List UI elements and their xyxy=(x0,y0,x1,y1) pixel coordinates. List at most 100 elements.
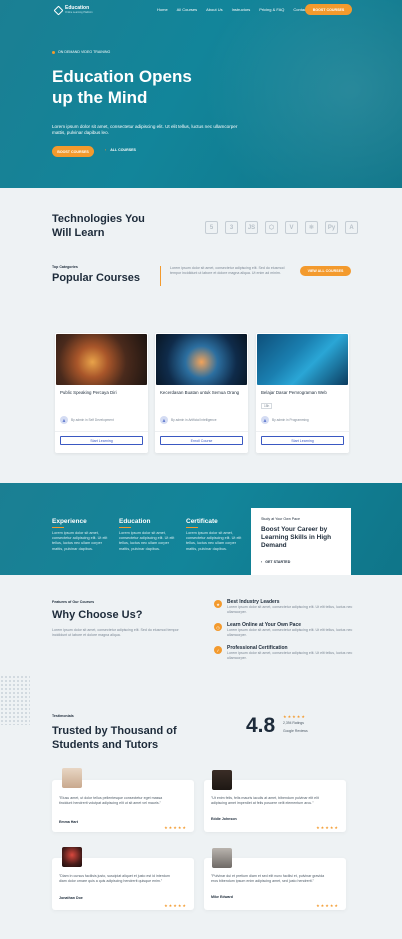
avatar xyxy=(212,848,232,868)
feature-title: Education xyxy=(119,518,151,525)
testimonial-text: "Pulvinar dui et pretium diam et sed eli… xyxy=(211,874,325,883)
avatar xyxy=(212,770,232,790)
javascript-icon: JS xyxy=(245,221,258,234)
why-label: Features of Our Courses xyxy=(52,600,95,604)
card-divider xyxy=(155,431,248,432)
why-item-text: Lorem ipsum dolor sit amet, consectetur … xyxy=(227,651,353,660)
angular-icon: A xyxy=(345,221,358,234)
feature-certificate: Certificate Lorem ipsum dolor sit amet, … xyxy=(186,518,246,552)
start-learning-button[interactable]: Start Learning xyxy=(60,436,143,445)
popular-title: Popular Courses xyxy=(52,272,141,284)
card-divider xyxy=(256,431,349,432)
testimonial-card: "Eiusu amet, ut dolor tellus pellentesqu… xyxy=(52,768,194,832)
feature-title: Certificate xyxy=(186,518,218,525)
popular-divider xyxy=(160,266,161,286)
enroll-course-button[interactable]: Enroll Course xyxy=(160,436,243,445)
hero-title-line1: Education Opens xyxy=(52,67,192,86)
nav-instructors[interactable]: Instructors xyxy=(232,7,251,12)
author-avatar: A xyxy=(160,416,168,424)
certificate-icon: ✓ xyxy=(214,646,222,654)
course-thumbnail[interactable] xyxy=(156,334,247,385)
avatar xyxy=(62,768,82,788)
hero-link-text: All Courses xyxy=(110,148,136,152)
hero-all-courses-link[interactable]: › All Courses xyxy=(105,148,136,152)
clock-icon: ◷ xyxy=(214,623,222,631)
avatar xyxy=(62,847,82,867)
get-started-link[interactable]: › Get Started xyxy=(261,560,290,564)
course-thumbnail[interactable] xyxy=(56,334,147,385)
popular-description: Lorem ipsum dolor sit amet, consectetur … xyxy=(170,266,285,275)
author-avatar: A xyxy=(60,416,68,424)
hero-section: Education Online Learning Platform Home … xyxy=(0,0,402,188)
course-card[interactable]: Public Speaking Percaya Diri A By admin … xyxy=(55,333,148,453)
course-duration-badge: 15h xyxy=(261,403,273,409)
why-item-text: Lorem ipsum dolor sit amet, consectetur … xyxy=(227,628,353,637)
tech-title-line1: Technologies You xyxy=(52,213,145,225)
start-learning-button[interactable]: Start Learning xyxy=(261,436,344,445)
hero-tag: On Demand Video Training xyxy=(52,50,110,54)
course-card[interactable]: Belajar Dasar Pemrograman Web 15h A By a… xyxy=(256,333,349,453)
course-title[interactable]: Kecerdasan Buatan untuk Semua Orang xyxy=(160,390,243,396)
hero-tag-text: On Demand Video Training xyxy=(58,50,111,54)
testimonial-name: Mike Edward xyxy=(211,895,233,899)
feature-education: Education Lorem ipsum dolor sit amet, co… xyxy=(119,518,179,552)
html5-icon: 5 xyxy=(205,221,218,234)
course-author: By admin in Artificial Intelligence xyxy=(171,418,217,422)
feature-underline xyxy=(186,527,198,528)
course-meta: A By admin in Artificial Intelligence xyxy=(160,416,217,424)
nav-all-courses[interactable]: All Courses xyxy=(177,7,197,12)
hero-description: Lorem ipsum dolor sit amet, consectetur … xyxy=(52,124,238,135)
logo-subtitle: Online Learning Platform xyxy=(65,11,93,14)
technology-icons: 5 3 JS ⬡ V ⚛ Py A xyxy=(205,221,358,234)
hero-primary-button[interactable]: Boost Courses xyxy=(52,146,94,157)
rating-count: 2,394 Ratings xyxy=(283,721,304,725)
testimonial-card: "Ut enim felis, felis mauris iaculis at … xyxy=(204,770,346,832)
testimonial-name: Emma Hart xyxy=(59,820,78,824)
course-author: By admin in Programming xyxy=(272,418,309,422)
why-item: ★ Best Industry Leaders Lorem ipsum dolo… xyxy=(214,599,357,615)
testimonials-label: Testimonials xyxy=(52,714,74,718)
testimonials-title-line2: Students and Tutors xyxy=(52,739,159,751)
view-all-courses-button[interactable]: View All Courses xyxy=(300,266,351,276)
testimonial-text: "Eiusu amet, ut dolor tellus pellentesqu… xyxy=(59,796,163,805)
course-title[interactable]: Belajar Dasar Pemrograman Web xyxy=(261,390,344,396)
python-icon: Py xyxy=(325,221,338,234)
popular-label: Top Categories xyxy=(52,265,78,269)
testimonials-title-line1: Trusted by Thousand of xyxy=(52,725,177,737)
why-item: ◷ Learn Online at Your Own Pace Lorem ip… xyxy=(214,622,357,638)
testimonial-name: Eddie Johnson xyxy=(211,817,237,821)
feature-text: Lorem ipsum dolor sit amet, consectetur … xyxy=(186,531,242,551)
hero-title-line2: up the Mind xyxy=(52,88,148,107)
site-logo[interactable]: Education Online Learning Platform xyxy=(53,5,93,15)
course-author: By admin in Self Development xyxy=(71,418,114,422)
course-card[interactable]: Kecerdasan Buatan untuk Semua Orang A By… xyxy=(155,333,248,453)
feature-text: Lorem ipsum dolor sit amet, consectetur … xyxy=(119,531,175,551)
testimonial-text: "Diam in cursus facilisis justo, suscipi… xyxy=(59,874,170,883)
course-thumbnail[interactable] xyxy=(257,334,348,385)
course-meta: A By admin in Programming xyxy=(261,416,309,424)
nav-home[interactable]: Home xyxy=(157,7,168,12)
feature-underline xyxy=(52,527,64,528)
arrow-right-icon: › xyxy=(261,560,263,564)
career-title: Boost Your Career by Learning Skills in … xyxy=(261,526,332,549)
testimonial-text: "Ut enim felis, felis mauris iaculis at … xyxy=(211,796,319,805)
course-title[interactable]: Public Speaking Percaya Diri xyxy=(60,390,143,396)
testimonials-title: Trusted by Thousand of Students and Tuto… xyxy=(52,724,177,752)
testimonial-card: "Diam in cursus facilisis justo, suscipi… xyxy=(52,847,194,910)
header-cta-button[interactable]: Boost Courses xyxy=(305,4,352,15)
testimonial-stars: ★★★★★ xyxy=(316,825,339,830)
career-label: Study at Your Own Pace xyxy=(261,517,300,521)
testimonial-name: Jonathan Doe xyxy=(59,896,83,900)
tag-dot-icon xyxy=(52,50,55,54)
why-title: Why Choose Us? xyxy=(52,609,143,621)
tech-title-line2: Will Learn xyxy=(52,227,105,239)
main-nav: Home All Courses About Us Instructors Pr… xyxy=(157,7,307,12)
nav-about[interactable]: About Us xyxy=(206,7,222,12)
get-started-text: Get Started xyxy=(265,560,291,564)
testimonial-card: "Pulvinar dui et pretium diam et sed eli… xyxy=(204,848,346,910)
nav-pricing[interactable]: Pricing & FAQ xyxy=(259,7,284,12)
feature-text: Lorem ipsum dolor sit amet, consectetur … xyxy=(52,531,108,551)
hero-title: Education Opens up the Mind xyxy=(52,66,272,108)
testimonial-stars: ★★★★★ xyxy=(164,903,187,908)
testimonial-stars: ★★★★★ xyxy=(164,825,187,830)
